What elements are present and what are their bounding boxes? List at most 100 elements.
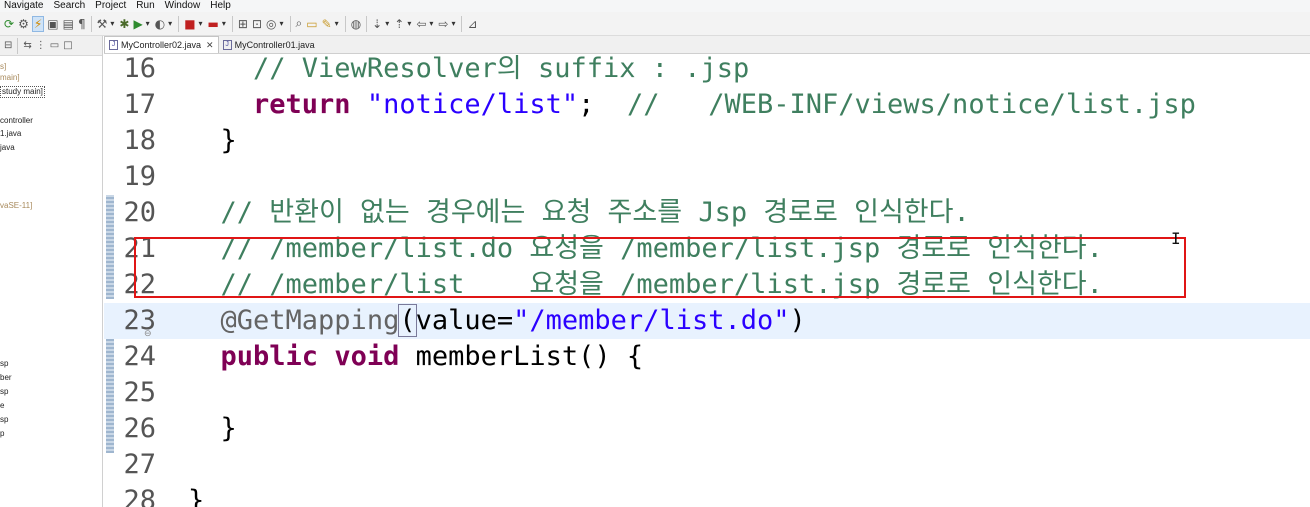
tree-item[interactable]: sp bbox=[0, 359, 8, 369]
tree-item[interactable]: s] bbox=[0, 62, 6, 72]
toolbar-separator bbox=[289, 15, 291, 32]
editor-tab-2[interactable]: J MyController01.java bbox=[219, 36, 319, 53]
new-class-icon[interactable]: ◎ bbox=[265, 16, 277, 32]
dropdown-caret-icon[interactable]: ▾ bbox=[279, 16, 285, 32]
tree-item[interactable]: java bbox=[0, 143, 15, 153]
toolbar-separator bbox=[231, 15, 233, 32]
tab-label: MyController02.java bbox=[121, 40, 202, 50]
code-line[interactable]: 23 ⊖ @GetMapping(value="/member/list.do") bbox=[104, 303, 1310, 339]
line-number: 17 bbox=[123, 89, 156, 120]
line-number: 18 bbox=[123, 125, 156, 156]
lightning-icon[interactable]: ⚡ bbox=[31, 15, 45, 32]
menu-item-navigate[interactable]: Navigate bbox=[4, 0, 43, 12]
code-text: } bbox=[188, 483, 204, 507]
globe-icon[interactable]: ◍ bbox=[350, 16, 362, 32]
code-text: } bbox=[188, 411, 237, 447]
editor-tab-1[interactable]: J MyController02.java ✕ bbox=[104, 36, 219, 53]
tree-item[interactable]: e bbox=[0, 401, 4, 411]
code-token: } bbox=[188, 413, 237, 444]
dropdown-caret-icon[interactable]: ▾ bbox=[428, 16, 434, 32]
search-icon[interactable]: ⌕ bbox=[295, 16, 304, 32]
back-icon[interactable]: ⇦ bbox=[415, 16, 427, 32]
pilcrow-icon[interactable]: ¶ bbox=[77, 16, 87, 32]
tree-item[interactable]: 1.java bbox=[0, 129, 21, 139]
minimize-icon[interactable]: ▭ bbox=[49, 38, 60, 54]
toolbar-separator bbox=[90, 15, 92, 32]
folder-icon[interactable]: ▭ bbox=[305, 16, 318, 32]
build-icon[interactable]: ⚒ bbox=[96, 16, 109, 32]
view-menu-icon[interactable]: ⋮ bbox=[35, 38, 47, 54]
dropdown-caret-icon[interactable]: ▾ bbox=[221, 16, 227, 32]
dropdown-caret-icon[interactable]: ▾ bbox=[145, 16, 151, 32]
new-icon[interactable]: ⟳ bbox=[3, 16, 15, 32]
tree-item[interactable]: sp bbox=[0, 415, 8, 425]
server-icon[interactable]: ▬ bbox=[207, 16, 220, 32]
tree-item[interactable]: vaSE-11] bbox=[0, 201, 32, 211]
code-line[interactable]: 26 } bbox=[104, 411, 1310, 447]
menu-item-help[interactable]: Help bbox=[210, 0, 231, 12]
code-line[interactable]: 27 bbox=[104, 447, 1310, 483]
code-line[interactable]: 24 public void memberList() { bbox=[104, 339, 1310, 375]
code-line[interactable]: 28} bbox=[104, 483, 1310, 507]
tree-item[interactable]: controller bbox=[0, 116, 33, 126]
dropdown-caret-icon[interactable]: ▾ bbox=[384, 16, 390, 32]
dropdown-caret-icon[interactable]: ▾ bbox=[109, 16, 115, 32]
line-number: 24 bbox=[123, 341, 156, 372]
debug-toggle-icon[interactable]: ⚙ bbox=[17, 16, 30, 32]
code-token: void bbox=[334, 341, 400, 372]
dropdown-caret-icon[interactable]: ▾ bbox=[406, 16, 412, 32]
code-token: return bbox=[253, 89, 351, 120]
pencil-icon[interactable]: ✎ bbox=[321, 16, 333, 32]
code-line[interactable]: 18 } bbox=[104, 123, 1310, 159]
code-token: ; bbox=[578, 89, 627, 120]
code-token: // 반환이 없는 경우에는 요청 주소를 Jsp 경로로 인식한다. bbox=[220, 197, 970, 228]
coverage-icon[interactable]: ◐ bbox=[154, 16, 166, 32]
code-token: "/member/list.do" bbox=[513, 305, 790, 336]
tree-item[interactable]: sp bbox=[0, 387, 8, 397]
dropdown-caret-icon[interactable]: ▾ bbox=[334, 16, 340, 32]
code-token: // /WEB-INF/views/notice/list.jsp bbox=[626, 89, 1196, 120]
open-resource-icon[interactable]: ⊡ bbox=[251, 16, 263, 32]
code-line[interactable]: 19 bbox=[104, 159, 1310, 195]
menu-item-window[interactable]: Window bbox=[165, 0, 201, 12]
package-explorer: ⊟ ⇆ ⋮ ▭ □ s] main] study main] controller 1.… bbox=[0, 36, 103, 507]
bug-icon[interactable]: ✱ bbox=[118, 16, 130, 32]
red-highlight-box bbox=[134, 237, 1186, 298]
close-icon[interactable]: ✕ bbox=[206, 40, 214, 51]
java-file-icon: J bbox=[109, 40, 118, 50]
dropdown-caret-icon[interactable]: ▾ bbox=[167, 16, 173, 32]
code-token: ( bbox=[398, 304, 417, 337]
next-annotation-icon[interactable]: ⇣ bbox=[371, 16, 383, 32]
tree-item[interactable]: study main] bbox=[0, 86, 45, 98]
code-line[interactable]: 20 // 반환이 없는 경우에는 요청 주소를 Jsp 경로로 인식한다. bbox=[104, 195, 1310, 231]
code-text: } bbox=[188, 123, 237, 159]
java-file-icon: J bbox=[222, 39, 232, 50]
code-line[interactable]: 16 // ViewResolver의 suffix : .jsp bbox=[104, 55, 1310, 87]
code-token: @GetMapping bbox=[220, 305, 400, 336]
tree-item[interactable]: p bbox=[0, 429, 4, 439]
link-editor-icon[interactable]: ⇆ bbox=[22, 38, 32, 54]
forward-icon[interactable]: ⇨ bbox=[437, 16, 449, 32]
tree-item[interactable]: ber bbox=[0, 373, 12, 383]
run-icon[interactable]: ▶ bbox=[132, 16, 143, 32]
pin-icon[interactable]: ⊿ bbox=[466, 16, 478, 32]
menu-item-project[interactable]: Project bbox=[95, 0, 126, 12]
maximize-icon[interactable]: □ bbox=[62, 38, 73, 54]
stop-icon[interactable]: ■ bbox=[183, 16, 196, 32]
tree-item[interactable]: main] bbox=[0, 73, 20, 83]
dropdown-caret-icon[interactable]: ▾ bbox=[450, 16, 456, 32]
collapse-all-icon[interactable]: ⊟ bbox=[3, 38, 13, 54]
dropdown-caret-icon[interactable]: ▾ bbox=[198, 16, 204, 32]
print-icon[interactable]: ▤ bbox=[62, 16, 75, 32]
line-number: 26 bbox=[123, 413, 156, 444]
open-type-icon[interactable]: ⊞ bbox=[237, 16, 249, 32]
save-icon[interactable]: ▣ bbox=[46, 16, 59, 32]
prev-annotation-icon[interactable]: ⇡ bbox=[393, 16, 405, 32]
menu-item-search[interactable]: Search bbox=[53, 0, 85, 12]
menu-item-run[interactable]: Run bbox=[136, 0, 154, 12]
code-line[interactable]: 25 bbox=[104, 375, 1310, 411]
code-line[interactable]: 17 return "notice/list"; // /WEB-INF/vie… bbox=[104, 87, 1310, 123]
code-token: value= bbox=[415, 305, 514, 336]
